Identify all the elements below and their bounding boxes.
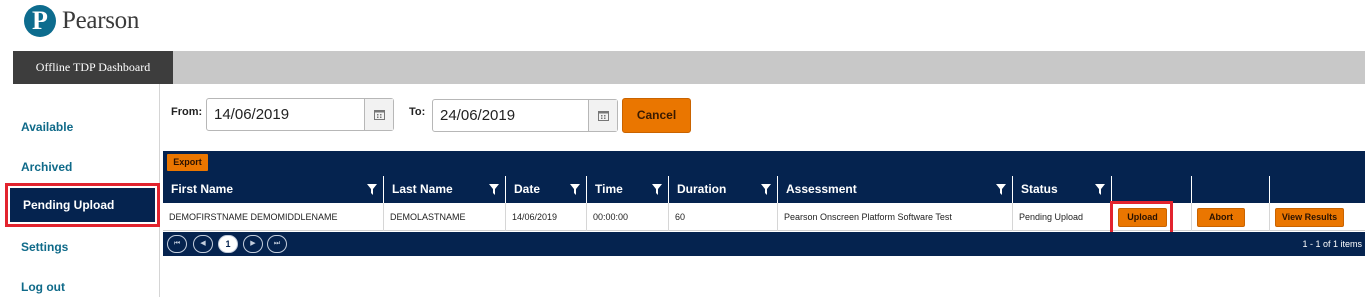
- upload-button-highlight: [1110, 201, 1173, 236]
- grid-toolbar: [163, 151, 1365, 176]
- column-title: Duration: [677, 182, 727, 196]
- column-title: Time: [595, 182, 623, 196]
- to-date-picker[interactable]: 24/06/2019: [432, 99, 618, 132]
- brand-name: Pearson: [62, 7, 140, 34]
- column-header-assessment[interactable]: Assessment: [777, 176, 1012, 203]
- column-header-view-action: [1269, 176, 1365, 203]
- filter-icon[interactable]: [367, 184, 377, 195]
- column-title: First Name: [171, 182, 234, 196]
- filter-icon[interactable]: [652, 184, 662, 195]
- next-page-icon[interactable]: ▶: [243, 235, 263, 253]
- cell-date: 14/06/2019: [505, 203, 586, 231]
- pager-info: 1 - 1 of 1 items: [1302, 239, 1362, 249]
- sidebar-item-pending-upload-highlight: Pending Upload: [5, 183, 160, 227]
- from-date-input[interactable]: 14/06/2019: [207, 99, 364, 130]
- filter-icon[interactable]: [570, 184, 580, 195]
- top-nav-bar: [13, 51, 1365, 84]
- tab-offline-tdp-dashboard[interactable]: Offline TDP Dashboard: [13, 51, 173, 84]
- pearson-logo-icon: P: [24, 5, 56, 37]
- export-button[interactable]: Export: [167, 154, 208, 171]
- from-label: From:: [171, 106, 203, 118]
- cancel-button[interactable]: Cancel: [622, 98, 691, 133]
- column-title: Status: [1021, 182, 1058, 196]
- column-title: Assessment: [786, 182, 857, 196]
- column-header-date[interactable]: Date: [505, 176, 586, 203]
- cell-status: Pending Upload: [1012, 203, 1111, 231]
- column-header-first-name[interactable]: First Name: [163, 176, 383, 203]
- column-header-upload-action: [1111, 176, 1191, 203]
- column-title: Date: [514, 182, 541, 196]
- abort-button[interactable]: Abort: [1197, 208, 1245, 227]
- filter-icon[interactable]: [489, 184, 499, 195]
- to-label: To:: [409, 106, 426, 118]
- column-header-status[interactable]: Status: [1012, 176, 1111, 203]
- sidebar-item-settings[interactable]: Settings: [21, 240, 68, 254]
- column-header-time[interactable]: Time: [586, 176, 668, 203]
- first-page-icon[interactable]: ⏮: [167, 235, 187, 253]
- sidebar-item-pending-upload[interactable]: Pending Upload: [10, 188, 155, 222]
- grid-pager: [163, 232, 1365, 256]
- from-date-picker[interactable]: 14/06/2019: [206, 98, 394, 131]
- cell-time: 00:00:00: [586, 203, 668, 231]
- filter-icon[interactable]: [761, 184, 771, 195]
- sidebar-item-archived[interactable]: Archived: [21, 160, 72, 174]
- to-date-input[interactable]: 24/06/2019: [433, 100, 588, 131]
- filter-icon[interactable]: [996, 184, 1006, 195]
- last-page-icon[interactable]: ⏭: [267, 235, 287, 253]
- sidebar-item-log-out[interactable]: Log out: [21, 280, 65, 294]
- prev-page-icon[interactable]: ◀: [193, 235, 213, 253]
- column-header-duration[interactable]: Duration: [668, 176, 777, 203]
- calendar-icon[interactable]: [364, 99, 393, 130]
- column-header-last-name[interactable]: Last Name: [383, 176, 505, 203]
- calendar-icon[interactable]: [588, 100, 617, 131]
- cell-last-name: DEMOLASTNAME: [383, 203, 505, 231]
- filter-icon[interactable]: [1095, 184, 1105, 195]
- column-title: Last Name: [392, 182, 453, 196]
- sidebar-item-available[interactable]: Available: [21, 120, 73, 134]
- cell-duration: 60: [668, 203, 777, 231]
- cell-first-name: DEMOFIRSTNAME DEMOMIDDLENAME: [169, 212, 338, 222]
- view-results-button[interactable]: View Results: [1275, 208, 1344, 227]
- column-header-abort-action: [1191, 176, 1269, 203]
- cell-assessment: Pearson Onscreen Platform Software Test: [777, 203, 1012, 231]
- page-number-current[interactable]: 1: [218, 235, 238, 253]
- pearson-logo: P Pearson: [24, 5, 139, 37]
